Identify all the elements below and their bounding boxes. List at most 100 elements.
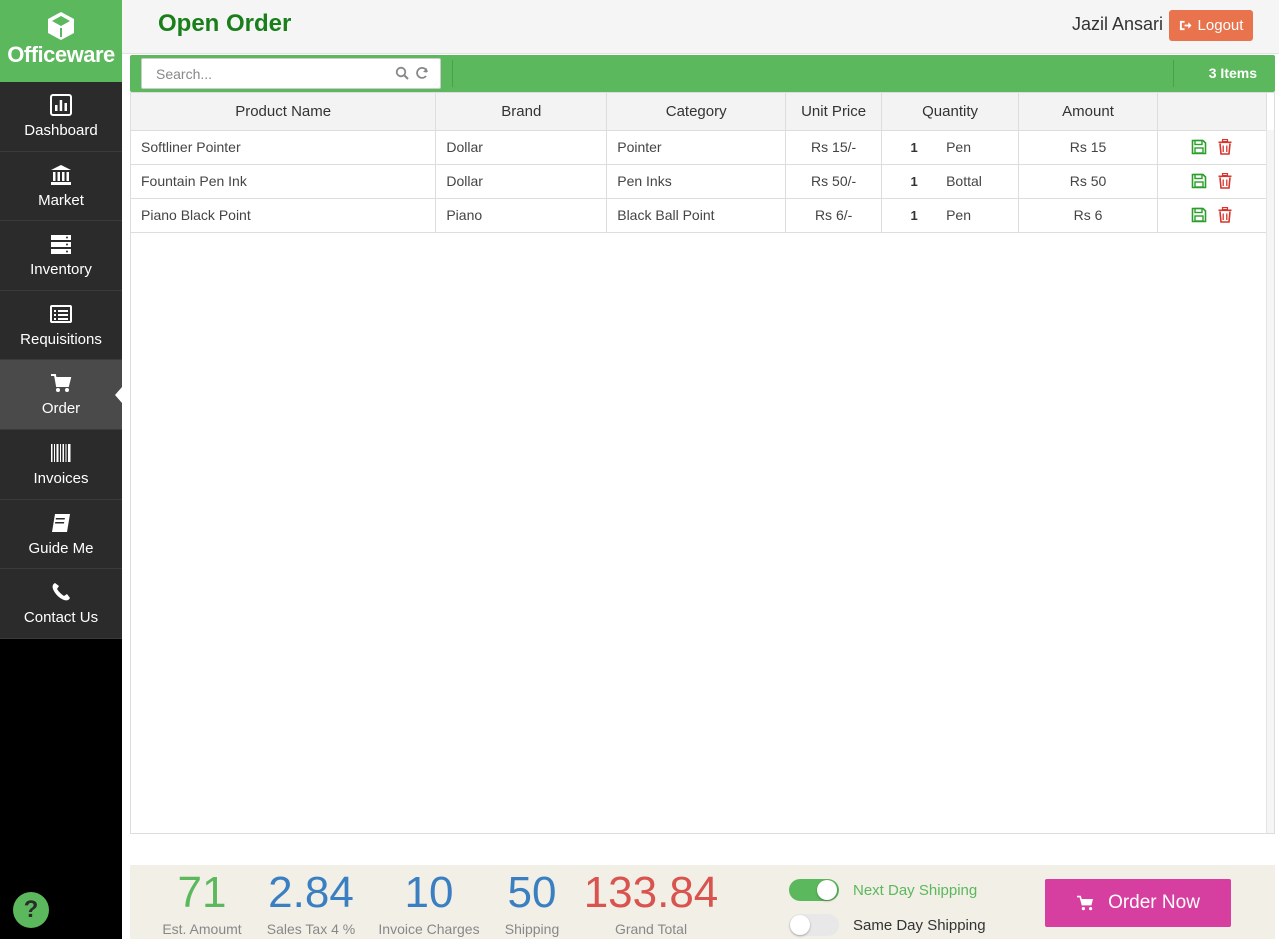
est-amount-value: 71 <box>177 868 227 917</box>
sales-tax-label: Sales Tax 4 % <box>266 921 356 937</box>
delete-icon[interactable] <box>1217 138 1233 155</box>
sidebar-item-inventory[interactable]: Inventory <box>0 221 122 291</box>
sidebar-item-label: Contact Us <box>23 609 99 627</box>
save-icon[interactable] <box>1191 139 1207 155</box>
column-header-amount[interactable]: Amount <box>1018 93 1158 131</box>
quantity-value[interactable]: 1 <box>882 174 946 189</box>
logout-button[interactable]: Logout <box>1169 10 1253 41</box>
toolbar-divider <box>1173 60 1174 87</box>
bank-icon <box>51 164 71 185</box>
cell-brand: Dollar <box>435 130 608 165</box>
bar-chart-icon <box>50 94 72 116</box>
sales-tax-value: 2.84 <box>268 868 354 917</box>
save-icon[interactable] <box>1191 173 1207 189</box>
shopping-cart-icon <box>51 374 72 393</box>
cell-quantity: 1 Pen <box>881 198 1020 233</box>
table-row: Softliner Pointer Dollar Pointer Rs 15/-… <box>131 130 1268 165</box>
sidebar-item-label: Dashboard <box>24 122 98 139</box>
sidebar-item-guide-me[interactable]: Guide Me <box>0 500 122 570</box>
save-icon[interactable] <box>1191 207 1207 223</box>
next-day-shipping-option: Next Day Shipping <box>789 879 977 901</box>
cell-product: Softliner Pointer <box>131 130 437 165</box>
same-day-shipping-option: Same Day Shipping <box>789 914 986 936</box>
sign-out-icon <box>1179 20 1192 31</box>
sidebar-item-order[interactable]: Order <box>0 360 122 430</box>
same-day-shipping-toggle[interactable] <box>789 914 839 936</box>
next-day-shipping-label: Next Day Shipping <box>853 881 978 899</box>
est-amount-stat: 71 Est. Amoumt <box>155 868 249 938</box>
cell-quantity: 1 Bottal <box>881 164 1020 199</box>
shipping-value: 50 <box>507 868 557 917</box>
column-header-brand[interactable]: Brand <box>435 93 608 131</box>
refresh-icon[interactable] <box>415 66 429 80</box>
cell-amount: Rs 15 <box>1018 130 1158 165</box>
cell-actions <box>1157 198 1268 233</box>
sidebar-item-dashboard[interactable]: Dashboard <box>0 82 122 152</box>
sidebar-item-contact-us[interactable]: Contact Us <box>0 569 122 639</box>
invoice-charges-stat: 10 Invoice Charges <box>374 868 484 938</box>
table-row: Fountain Pen Ink Dollar Pen Inks Rs 50/-… <box>131 164 1268 199</box>
search-input[interactable] <box>142 59 382 88</box>
order-summary: 71 Est. Amoumt 2.84 Sales Tax 4 % 10 Inv… <box>130 865 1275 939</box>
cell-product: Fountain Pen Ink <box>131 164 437 199</box>
column-header-actions <box>1157 93 1268 131</box>
sales-tax-stat: 2.84 Sales Tax 4 % <box>264 868 358 938</box>
order-now-label: Order Now <box>1108 892 1200 913</box>
delete-icon[interactable] <box>1217 206 1233 223</box>
sidebar-item-label: Inventory <box>30 261 92 279</box>
est-amount-label: Est. Amoumt <box>162 921 242 937</box>
header: Open Order Jazil Ansari Logout <box>122 0 1279 54</box>
cell-category: Black Ball Point <box>606 198 787 233</box>
user-name: Jazil Ansari <box>1072 14 1164 34</box>
invoice-charges-label: Invoice Charges <box>378 921 480 937</box>
search-box <box>141 58 441 89</box>
quantity-unit: Pen <box>946 139 972 155</box>
sidebar-item-invoices[interactable]: Invoices <box>0 430 122 500</box>
column-header-quantity[interactable]: Quantity <box>881 93 1020 131</box>
quantity-value[interactable]: 1 <box>882 140 946 155</box>
server-stack-icon <box>51 235 71 255</box>
cell-unit-price: Rs 50/- <box>785 164 883 199</box>
search-icon[interactable] <box>395 66 409 80</box>
table-header-row: Product Name Brand Category Unit Price Q… <box>131 93 1268 131</box>
next-day-shipping-toggle[interactable] <box>789 879 839 901</box>
cell-amount: Rs 50 <box>1018 164 1158 199</box>
cell-category: Pointer <box>606 130 787 165</box>
invoice-charges-value: 10 <box>404 868 454 917</box>
shipping-stat: 50 Shipping <box>497 868 567 938</box>
cell-product: Piano Black Point <box>131 198 437 233</box>
main-panel: Open Order Jazil Ansari Logout 3 Items P… <box>122 0 1279 939</box>
toolbar-divider <box>452 60 453 87</box>
same-day-shipping-label: Same Day Shipping <box>853 916 986 934</box>
delete-icon[interactable] <box>1217 172 1233 189</box>
book-icon <box>52 513 70 532</box>
sidebar-item-market[interactable]: Market <box>0 152 122 222</box>
column-header-product-name[interactable]: Product Name <box>131 93 437 131</box>
logout-label: Logout <box>1197 17 1244 34</box>
grand-total-label: Grand Total <box>614 921 688 937</box>
brand-logo[interactable]: Officeware <box>0 0 122 82</box>
order-table: Product Name Brand Category Unit Price Q… <box>131 93 1268 233</box>
cell-amount: Rs 6 <box>1018 198 1158 233</box>
cell-brand: Piano <box>435 198 608 233</box>
sidebar-item-label: Market <box>38 191 84 209</box>
column-header-category[interactable]: Category <box>606 93 787 131</box>
quantity-value[interactable]: 1 <box>882 208 946 223</box>
cell-unit-price: Rs 6/- <box>785 198 883 233</box>
order-now-button[interactable]: Order Now <box>1045 879 1231 927</box>
column-header-unit-price[interactable]: Unit Price <box>785 93 883 131</box>
toolbar: 3 Items <box>130 55 1275 92</box>
brand-name: Officeware <box>7 42 115 67</box>
grand-total-stat: 133.84 Grand Total <box>581 869 721 938</box>
table-scrollbar[interactable] <box>1266 130 1274 833</box>
sidebar-item-label: Requisitions <box>20 330 102 348</box>
help-button[interactable]: ? <box>13 892 49 928</box>
phone-icon <box>52 583 70 601</box>
shipping-label: Shipping <box>504 921 560 937</box>
list-alt-icon <box>50 304 72 323</box>
sidebar-item-requisitions[interactable]: Requisitions <box>0 291 122 361</box>
cell-actions <box>1157 164 1268 199</box>
cell-brand: Dollar <box>435 164 608 199</box>
table-row: Piano Black Point Piano Black Ball Point… <box>131 198 1268 233</box>
barcode-icon <box>51 443 71 462</box>
